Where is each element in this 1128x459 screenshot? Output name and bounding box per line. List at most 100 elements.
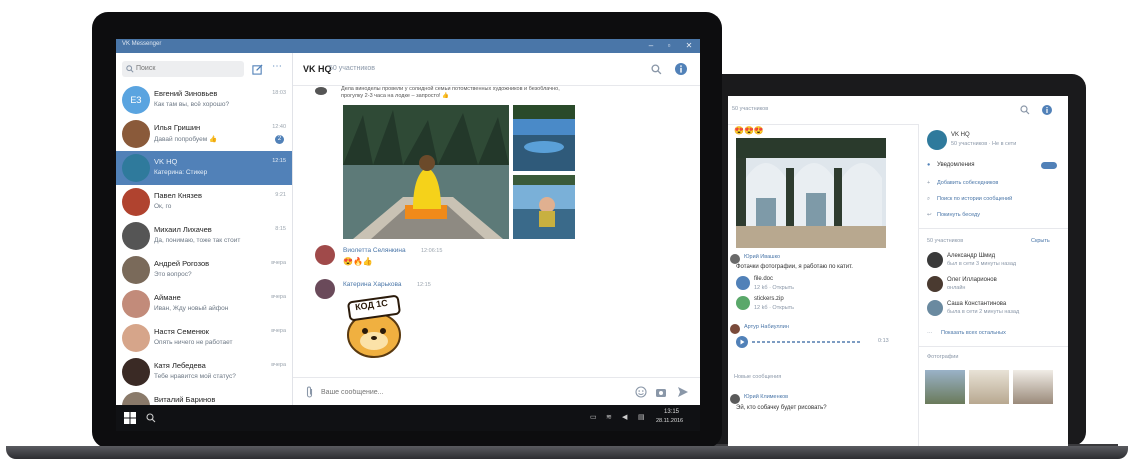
maximize-button[interactable]: ▫: [662, 40, 676, 52]
top-message-text: Дела виноделы провели у солидной семьи п…: [341, 86, 560, 99]
search-icon[interactable]: [146, 413, 156, 423]
dialog-item[interactable]: ЕЗ Евгений Зиновьев Как там вы, всё хорошо…: [116, 83, 292, 117]
chat-subtitle: 50 участников: [329, 65, 376, 72]
search-box[interactable]: [122, 61, 244, 77]
dialog-preview: Да, понимаю, тоже так стоит: [154, 237, 241, 244]
photo-thumb[interactable]: [1013, 370, 1053, 404]
info-icon[interactable]: [675, 63, 687, 75]
search-history-item[interactable]: Поиск по истории сообщений: [937, 196, 1012, 202]
dialog-preview: Иван, Жду новый айфон: [154, 305, 229, 312]
arches-photo[interactable]: [736, 138, 886, 248]
voice-waveform[interactable]: [752, 341, 862, 343]
dialog-item[interactable]: Аймане Иван, Жду новый айфон вчера: [116, 287, 292, 321]
secondary-chat-subtitle: 50 участников: [732, 106, 769, 112]
member-avatar[interactable]: [927, 252, 943, 268]
taskbar-date[interactable]: 28.11.2016: [656, 418, 683, 424]
taskbar-time[interactable]: 13:15: [664, 409, 679, 415]
file-icon[interactable]: [736, 276, 750, 290]
member-avatar[interactable]: [927, 276, 943, 292]
divider: [919, 346, 1068, 347]
search-icon[interactable]: [1020, 105, 1030, 115]
dialog-preview: Опять ничего не работает: [154, 339, 233, 346]
author-avatar[interactable]: [730, 324, 740, 334]
volume-icon[interactable]: ◀: [622, 413, 627, 421]
photo-thumb[interactable]: [925, 370, 965, 404]
chat-info-panel: VK HQ 50 участников · Не в сети ● Уведом…: [918, 124, 1068, 446]
voice-duration: 0:13: [878, 338, 889, 344]
members-hide-link[interactable]: Скрыть: [1031, 238, 1050, 244]
info-icon[interactable]: [1042, 105, 1052, 115]
dialog-item[interactable]: Илья Гришин Давай попробуем 👍 12:40 2: [116, 117, 292, 151]
battery-icon[interactable]: ▭: [590, 413, 597, 421]
girl-photo[interactable]: [513, 175, 575, 239]
more-icon[interactable]: ⋯: [272, 61, 282, 72]
author-avatar[interactable]: [730, 254, 740, 264]
file-name[interactable]: file.doc: [754, 276, 773, 282]
sticker[interactable]: КОД 1С: [341, 293, 407, 359]
dialog-preview: Катерина: Стикер: [154, 169, 208, 176]
author-avatar[interactable]: [730, 394, 740, 404]
boat-photo[interactable]: [343, 105, 509, 239]
windows-start-icon[interactable]: [124, 412, 136, 424]
leave-icon: ↩: [927, 212, 932, 218]
dialog-item[interactable]: Настя Семенюк Опять ничего не работает вче…: [116, 321, 292, 355]
camera-icon[interactable]: [655, 386, 667, 398]
notification-center-icon[interactable]: ▤: [638, 413, 645, 421]
author-avatar[interactable]: [315, 87, 327, 95]
member-name[interactable]: Олег Илларионов: [947, 277, 997, 283]
send-icon[interactable]: [677, 386, 689, 398]
last-author[interactable]: Юрий Клименков: [744, 394, 788, 400]
member-avatar[interactable]: [927, 300, 943, 316]
member-name[interactable]: Александр Шмид: [947, 253, 995, 259]
dialog-time: вчера: [271, 328, 286, 334]
chat-avatar[interactable]: [927, 130, 947, 150]
arches-photo-illustration: [736, 138, 886, 248]
message-author[interactable]: Юрий Ивашко: [744, 254, 780, 260]
dialog-item[interactable]: Павел Князев Ок, го 9:21: [116, 185, 292, 219]
divider: [919, 228, 1068, 229]
dialog-item[interactable]: Андрей Рогозов Это вопрос? вчера: [116, 253, 292, 287]
search-icon[interactable]: [651, 64, 662, 75]
window-titlebar: VK Messenger – ▫ ✕: [116, 39, 700, 53]
message-author[interactable]: Виолетта Селянкина: [343, 247, 406, 254]
dialog-time: вчера: [271, 362, 286, 368]
search-input[interactable]: [136, 62, 240, 75]
show-all-members-link[interactable]: Показать всех остальных: [941, 330, 1006, 336]
author-avatar[interactable]: [315, 279, 335, 299]
dialog-avatar: [122, 256, 150, 284]
dialog-avatar: [122, 324, 150, 352]
lake-photo-illustration: [513, 105, 575, 171]
file-icon[interactable]: [736, 296, 750, 310]
voice-author[interactable]: Артур Набиуллин: [744, 324, 789, 330]
photo-thumb[interactable]: [969, 370, 1009, 404]
notifications-toggle[interactable]: [1041, 162, 1057, 169]
message-author[interactable]: Катерина Харькова: [343, 281, 402, 288]
message-input[interactable]: [321, 385, 621, 399]
notifications-item[interactable]: Уведомления: [937, 162, 975, 168]
message-time: 12:15: [417, 282, 431, 288]
add-members-item[interactable]: Добавить собеседников: [937, 180, 998, 186]
close-button[interactable]: ✕: [682, 40, 696, 52]
dialog-item[interactable]: VK HQ Катерина: Стикер 12:15: [116, 151, 292, 185]
last-message: Эй, кто собачку будет рисовать?: [736, 405, 827, 411]
dialog-item[interactable]: Катя Лебедева Тебе нравится мой статус? вч…: [116, 355, 292, 389]
file-meta: 12 kб · Открыть: [754, 305, 795, 311]
lake-photo[interactable]: [513, 105, 575, 171]
dialog-time: вчера: [271, 294, 286, 300]
dialog-avatar: ЕЗ: [122, 86, 150, 114]
window-title: VK Messenger: [122, 41, 162, 47]
author-avatar[interactable]: [315, 245, 335, 265]
compose-icon[interactable]: [252, 64, 263, 75]
attach-icon[interactable]: [305, 386, 314, 398]
emoji-icon[interactable]: [635, 386, 647, 398]
photos-label: Фотографии: [927, 354, 959, 360]
dialog-item[interactable]: Михаил Лихачев Да, понимаю, тоже так стои…: [116, 219, 292, 253]
wifi-icon[interactable]: ≋: [606, 413, 612, 421]
chat-title[interactable]: VK HQ: [303, 64, 332, 74]
minimize-button[interactable]: –: [644, 40, 658, 52]
member-name[interactable]: Саша Константинова: [947, 301, 1006, 307]
bell-icon: ●: [927, 162, 931, 168]
file-name[interactable]: stickers.zip: [754, 296, 784, 302]
play-icon[interactable]: [736, 336, 748, 348]
leave-chat-item[interactable]: Покинуть беседу: [937, 212, 980, 218]
